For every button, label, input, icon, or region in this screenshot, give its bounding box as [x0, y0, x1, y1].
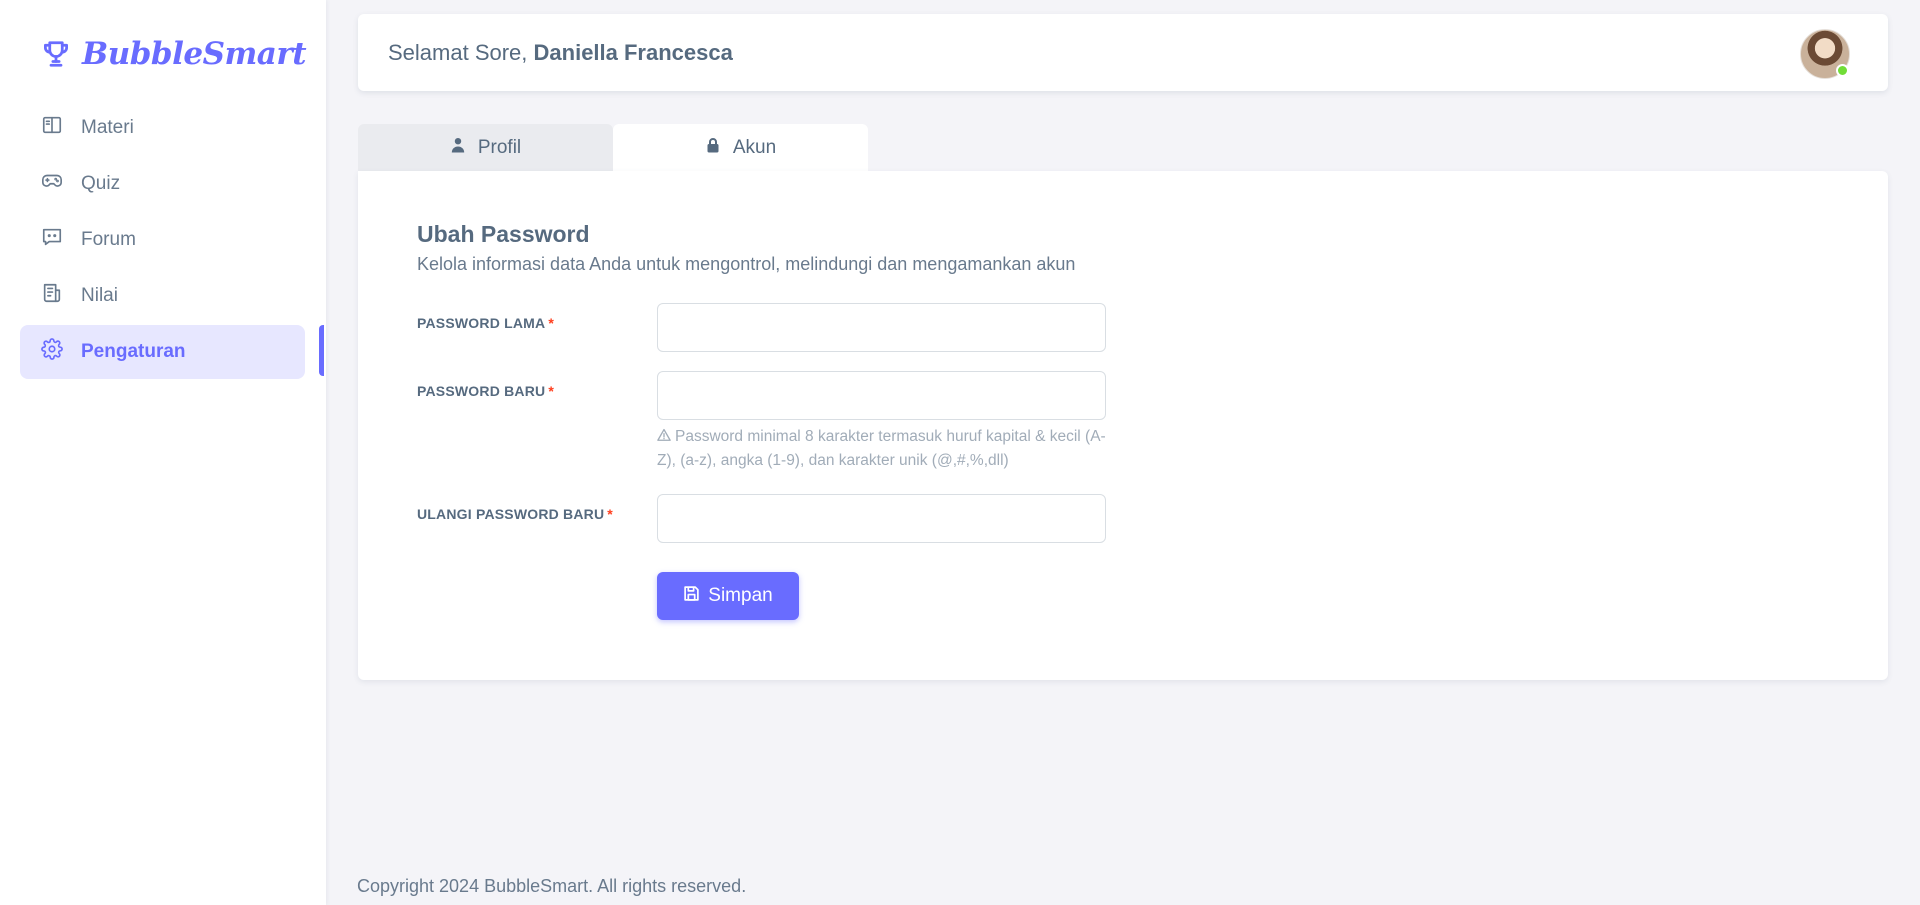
tab-akun[interactable]: Akun	[613, 124, 868, 172]
settings-tabs: Profil Akun	[358, 124, 868, 172]
sidebar-item-nilai[interactable]: Nilai	[20, 269, 305, 323]
sidebar: BubbleSmart Materi Quiz Forum Nilai Peng…	[0, 0, 326, 905]
old-password-input[interactable]	[657, 303, 1106, 352]
active-menu-indicator	[319, 325, 324, 376]
field-label-text: PASSWORD LAMA	[417, 315, 546, 331]
online-status-dot	[1836, 64, 1849, 77]
book-icon	[41, 114, 63, 142]
hint-text: Password minimal 8 karakter termasuk hur…	[657, 428, 1106, 469]
sidebar-item-label: Nilai	[81, 285, 118, 306]
tab-profil[interactable]: Profil	[358, 124, 613, 172]
greeting-prefix: Selamat Sore,	[388, 39, 534, 65]
sidebar-item-forum[interactable]: Forum	[20, 213, 305, 267]
password-hint: Password minimal 8 karakter termasuk hur…	[657, 425, 1106, 473]
save-button-label: Simpan	[708, 585, 773, 606]
avatar[interactable]	[1800, 29, 1850, 79]
save-button[interactable]: Simpan	[657, 572, 799, 620]
footer-copyright: Copyright 2024 BubbleSmart. All rights r…	[357, 876, 747, 896]
sidebar-item-label: Quiz	[81, 173, 121, 194]
trophy-icon	[40, 38, 72, 70]
tab-label: Profil	[477, 137, 522, 158]
required-mark: *	[548, 315, 554, 331]
new-password-label: PASSWORD BARU *	[417, 383, 554, 399]
brand-name: BubbleSmart	[82, 36, 307, 72]
gear-icon	[41, 338, 63, 366]
user-name: Daniella Francesca	[533, 39, 733, 65]
chat-icon	[41, 226, 63, 254]
change-password-card: Ubah Password Kelola informasi data Anda…	[358, 171, 1888, 680]
sidebar-item-label: Forum	[81, 229, 136, 250]
sidebar-item-quiz[interactable]: Quiz	[20, 157, 305, 211]
sidebar-item-materi[interactable]: Materi	[20, 101, 305, 155]
tab-label: Akun	[732, 137, 777, 158]
card-title: Ubah Password	[417, 221, 590, 247]
lock-icon	[705, 137, 721, 159]
required-mark: *	[548, 383, 554, 399]
greeting-text: Selamat Sore, Daniella Francesca	[388, 40, 733, 66]
new-password-input[interactable]	[657, 371, 1106, 420]
brand-logo[interactable]: BubbleSmart	[40, 34, 307, 74]
sidebar-item-pengaturan[interactable]: Pengaturan	[20, 325, 305, 379]
sidebar-item-label: Materi	[81, 117, 134, 138]
report-icon	[41, 282, 63, 310]
sidebar-item-label: Pengaturan	[81, 341, 186, 362]
old-password-label: PASSWORD LAMA *	[417, 315, 554, 331]
required-mark: *	[607, 506, 613, 522]
save-icon	[683, 585, 700, 608]
field-label-text: PASSWORD BARU	[417, 383, 546, 399]
warning-icon	[657, 426, 671, 441]
card-subtitle: Kelola informasi data Anda untuk mengont…	[417, 254, 1076, 274]
top-navbar: Selamat Sore, Daniella Francesca	[358, 14, 1888, 91]
user-icon	[450, 137, 466, 159]
confirm-password-label: ULANGI PASSWORD BARU *	[417, 506, 613, 522]
sidebar-menu: Materi Quiz Forum Nilai Pengaturan	[20, 101, 305, 381]
confirm-password-input[interactable]	[657, 494, 1106, 543]
gamepad-icon	[41, 170, 63, 198]
field-label-text: ULANGI PASSWORD BARU	[417, 506, 605, 522]
